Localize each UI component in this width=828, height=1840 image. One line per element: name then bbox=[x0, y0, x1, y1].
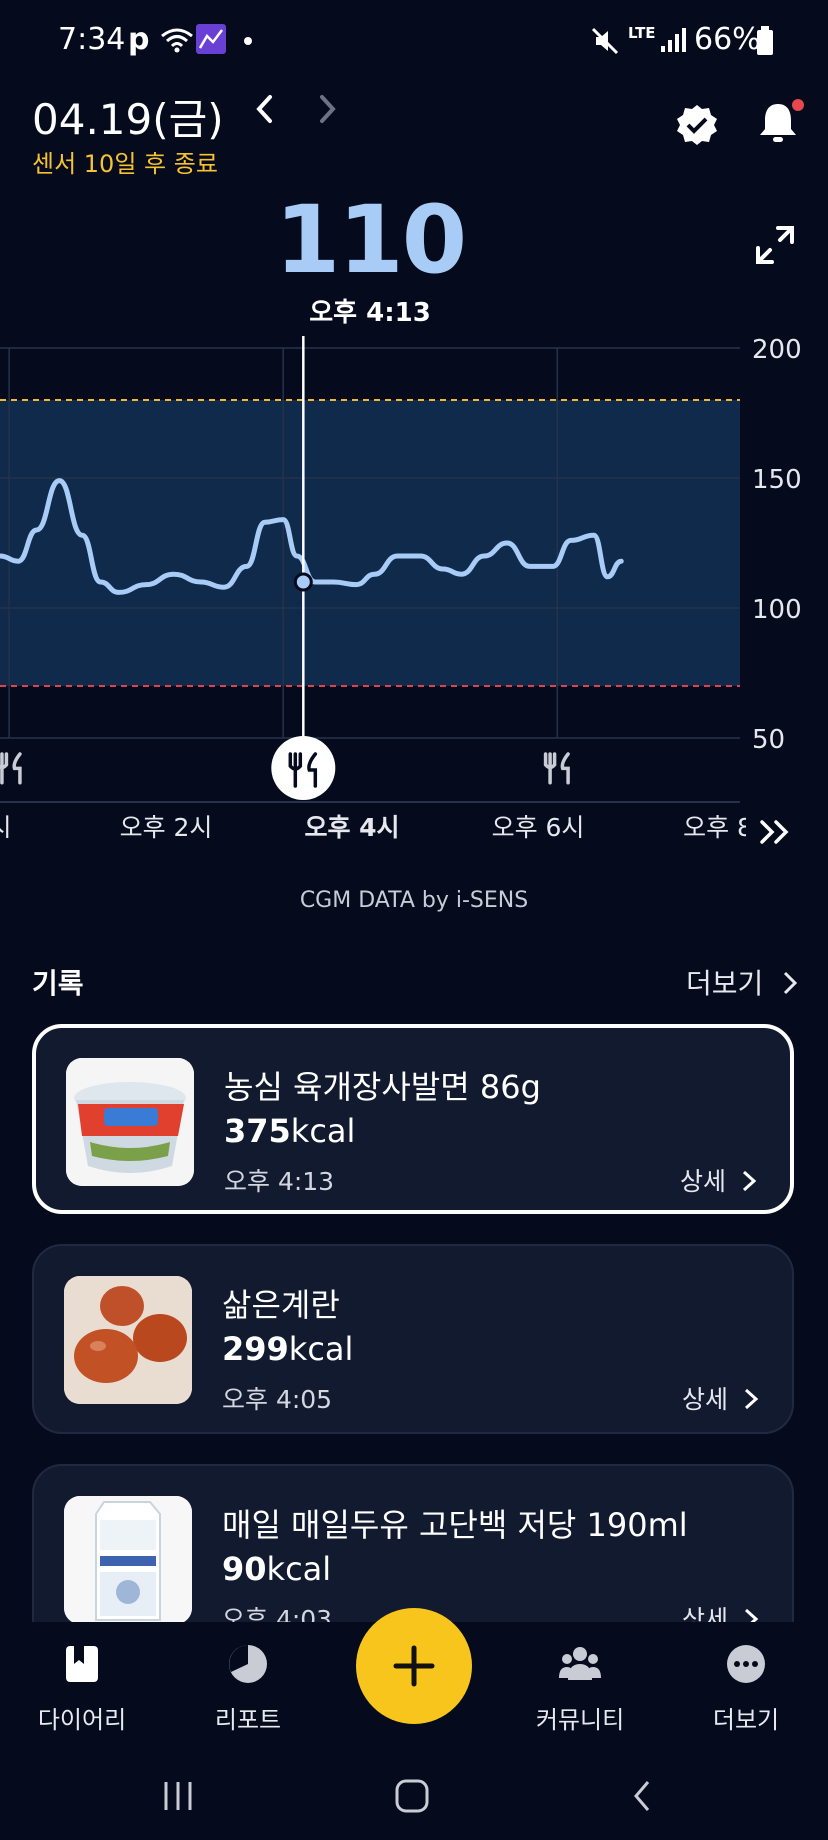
axis-fade bbox=[746, 808, 828, 852]
system-nav-bar bbox=[0, 1750, 828, 1840]
record-time: 오후 4:05 bbox=[222, 1385, 333, 1414]
cgm-source-label: CGM DATA by i-SENS bbox=[299, 888, 529, 913]
status-bar: 7:34 p LTE 66% bbox=[0, 0, 828, 82]
record-name: 농심 육개장사발면 86g bbox=[224, 1068, 541, 1106]
record-detail-link[interactable]: 상세 bbox=[680, 1162, 758, 1198]
x-tick-label: 오후 8 bbox=[683, 813, 753, 842]
nav-report[interactable]: 리포트 bbox=[178, 1642, 318, 1735]
add-record-button[interactable] bbox=[356, 1608, 472, 1724]
report-pie-icon bbox=[229, 1645, 267, 1683]
x-tick-label: 오후 6시 bbox=[492, 813, 585, 842]
chart-app-icon bbox=[196, 24, 226, 54]
records-more-link[interactable]: 더보기 bbox=[686, 962, 800, 1002]
y-tick-label: 50 bbox=[752, 725, 785, 755]
record-card[interactable]: 농심 육개장사발면 86g 375kcal 오후 4:13 상세 bbox=[32, 1024, 794, 1214]
signal-icon bbox=[661, 28, 686, 52]
back-icon[interactable] bbox=[628, 1778, 658, 1814]
soy-milk-image bbox=[64, 1496, 192, 1624]
records-title: 기록 bbox=[32, 967, 84, 1000]
date-label[interactable]: 04.19(금) bbox=[32, 86, 224, 147]
record-detail-link[interactable]: 상세 bbox=[682, 1380, 760, 1416]
boiled-eggs-image bbox=[64, 1276, 192, 1404]
notification-bell-icon[interactable] bbox=[754, 98, 804, 148]
nav-diary[interactable]: 다이어리 bbox=[12, 1642, 152, 1735]
nav-community[interactable]: 커뮤니티 bbox=[510, 1642, 650, 1735]
dot-icon bbox=[244, 37, 252, 45]
verified-badge-icon[interactable] bbox=[676, 104, 718, 146]
wifi-icon bbox=[161, 28, 193, 53]
target-range-band bbox=[0, 400, 740, 686]
nav-diary-label: 다이어리 bbox=[37, 1706, 127, 1734]
record-kcal: 375kcal bbox=[224, 1112, 356, 1150]
record-name: 삶은계란 bbox=[222, 1286, 340, 1324]
status-time: 7:34 bbox=[58, 22, 126, 57]
prev-day-chevron-icon[interactable] bbox=[250, 92, 280, 126]
meal-fork-knife-icon[interactable] bbox=[0, 752, 22, 785]
glucose-time: 오후 4:13 bbox=[309, 298, 431, 328]
meal-fork-knife-icon[interactable] bbox=[543, 752, 570, 785]
record-kcal: 90kcal bbox=[222, 1550, 332, 1588]
expand-icon[interactable] bbox=[754, 224, 796, 266]
record-name: 매일 매일두유 고단백 저당 190ml bbox=[222, 1506, 688, 1544]
noodle-cup-image bbox=[66, 1058, 194, 1186]
diary-book-icon bbox=[66, 1646, 98, 1682]
records-more-label: 더보기 bbox=[686, 967, 764, 1000]
x-tick-label: 오후 2시 bbox=[120, 813, 213, 842]
nav-report-label: 리포트 bbox=[214, 1706, 282, 1734]
chevron-right-icon bbox=[784, 971, 798, 995]
home-icon[interactable] bbox=[392, 1776, 432, 1816]
chevron-right-icon bbox=[742, 1170, 757, 1192]
community-people-icon bbox=[559, 1647, 601, 1680]
recent-apps-icon[interactable] bbox=[160, 1778, 196, 1814]
nav-more-label: 더보기 bbox=[712, 1706, 780, 1734]
network-type: LTE bbox=[628, 24, 656, 42]
x-tick-label: 2시 bbox=[0, 813, 11, 842]
record-card[interactable]: 삶은계란 299kcal 오후 4:05 상세 bbox=[32, 1244, 794, 1434]
battery-percent: 66% bbox=[694, 22, 761, 57]
y-tick-label: 100 bbox=[752, 595, 802, 625]
selected-point bbox=[293, 572, 313, 592]
app-notification-letter: p bbox=[128, 22, 150, 57]
nav-community-label: 커뮤니티 bbox=[535, 1706, 625, 1734]
record-time: 오후 4:13 bbox=[224, 1167, 335, 1196]
chevron-right-icon bbox=[744, 1388, 759, 1410]
y-tick-label: 200 bbox=[752, 335, 802, 365]
mute-icon bbox=[591, 27, 619, 55]
nav-more[interactable]: 더보기 bbox=[676, 1642, 816, 1735]
meal-fork-knife-icon[interactable] bbox=[271, 736, 336, 800]
x-tick-label: 오후 4시 bbox=[304, 813, 399, 842]
more-dots-icon bbox=[727, 1645, 765, 1683]
glucose-value: 110 bbox=[274, 186, 467, 295]
y-tick-label: 150 bbox=[752, 465, 802, 495]
next-day-chevron-icon[interactable] bbox=[312, 92, 342, 126]
record-kcal: 299kcal bbox=[222, 1330, 354, 1368]
glucose-chart[interactable]: 200 150 100 50 2시 오후 2시 오후 4시 오후 6시 오후 8 bbox=[0, 330, 828, 870]
plus-icon bbox=[393, 1645, 435, 1687]
sensor-notice: 센서 10일 후 종료 bbox=[32, 150, 218, 178]
battery-icon bbox=[757, 26, 773, 55]
